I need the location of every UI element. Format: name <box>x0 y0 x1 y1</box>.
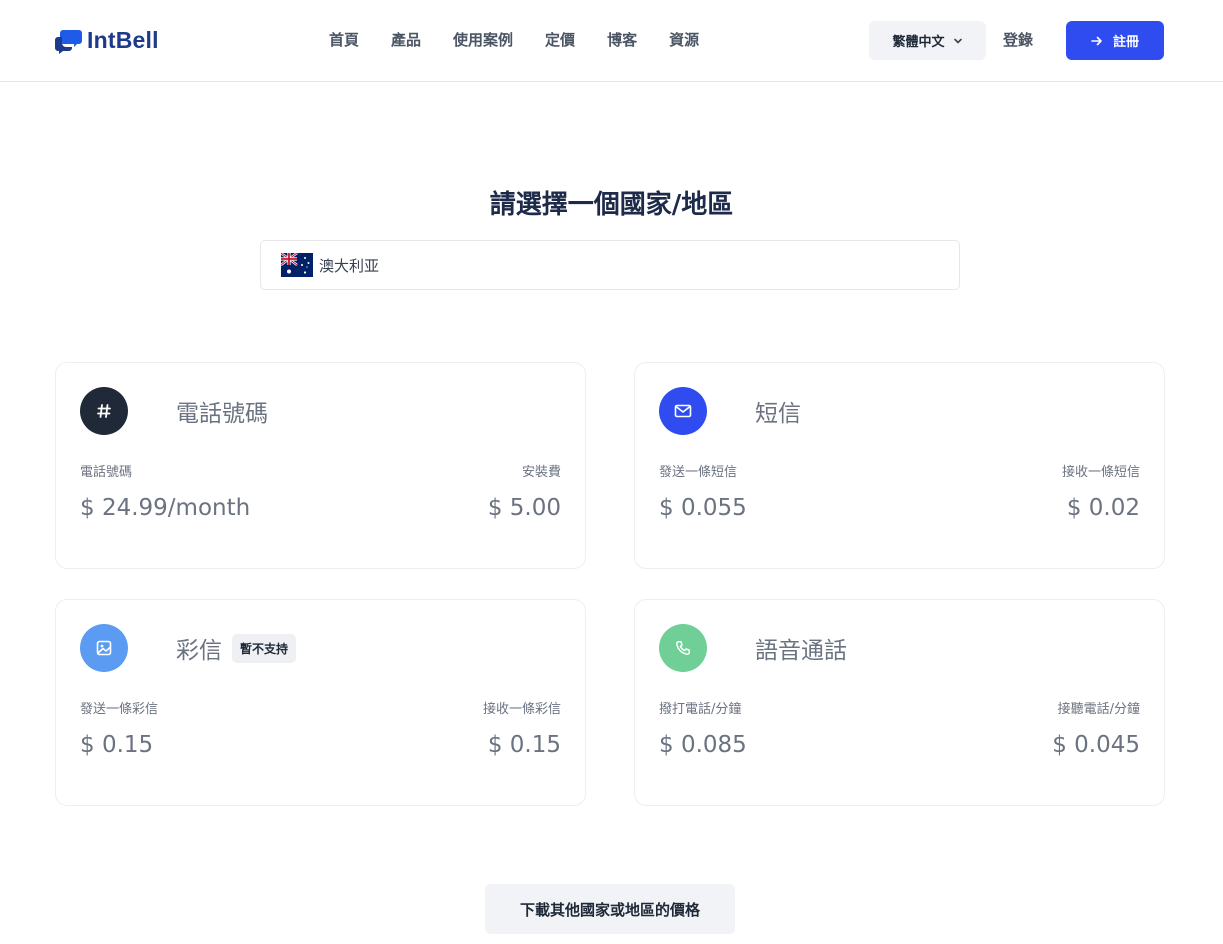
price-value: $ 0.15 <box>80 732 154 758</box>
card-title-text: 短信 <box>755 401 801 427</box>
voice-call-card: 語音通話 撥打電話/分鐘 接聽電話/分鐘 $ 0.085 $ 0.045 <box>634 599 1165 806</box>
signup-label: 註冊 <box>1112 35 1139 50</box>
hash-icon <box>80 387 128 435</box>
status-badge: 暫不支持 <box>232 633 297 663</box>
card-title: 電話號碼 <box>176 394 268 428</box>
price-label: 撥打電話/分鐘 <box>659 702 742 717</box>
country-select[interactable]: 澳大利亚 <box>260 240 960 290</box>
mms-card: 彩信 暫不支持 發送一條彩信 接收一條彩信 $ 0.15 $ 0.15 <box>55 599 586 806</box>
price-value: $ 24.99/month <box>80 495 251 521</box>
card-title-text: 語音通話 <box>755 638 847 664</box>
language-label: 繁體中文 <box>892 35 945 50</box>
card-title: 語音通話 <box>755 631 847 665</box>
main-nav: 首頁 產品 使用案例 定價 博客 資源 <box>329 29 699 50</box>
sms-card: 短信 發送一條短信 接收一條短信 $ 0.055 $ 0.02 <box>634 362 1165 569</box>
nav-item-products[interactable]: 產品 <box>391 29 421 50</box>
phone-number-card: 電話號碼 電話號碼 安裝費 $ 24.99/month $ 5.00 <box>55 362 586 569</box>
price-value: $ 0.15 <box>487 732 561 758</box>
price-value: $ 0.02 <box>1066 495 1140 521</box>
card-title-text: 彩信 <box>176 638 222 664</box>
card-title-text: 電話號碼 <box>176 401 268 427</box>
chat-bubbles-icon <box>55 29 82 54</box>
card-title: 短信 <box>755 394 801 428</box>
login-link[interactable]: 登錄 <box>1003 29 1033 50</box>
phone-icon <box>659 624 707 672</box>
page-title: 請選擇一個國家/地區 <box>489 190 734 220</box>
price-label: 發送一條短信 <box>659 465 738 480</box>
price-label: 接收一條彩信 <box>482 702 561 717</box>
price-label: 發送一條彩信 <box>80 702 159 717</box>
price-label: 接聽電話/分鐘 <box>1057 702 1140 717</box>
logo-text: IntBell <box>87 27 159 53</box>
nav-item-pricing[interactable]: 定價 <box>545 29 575 50</box>
image-icon <box>80 624 128 672</box>
nav-item-blog[interactable]: 博客 <box>607 29 637 50</box>
arrow-right-icon <box>1091 36 1102 45</box>
nav-item-use-cases[interactable]: 使用案例 <box>453 29 513 50</box>
card-title: 彩信 暫不支持 <box>176 631 297 665</box>
price-value: $ 0.045 <box>1052 732 1140 758</box>
logo[interactable]: IntBell <box>55 27 159 54</box>
language-selector[interactable]: 繁體中文 <box>869 21 986 60</box>
signup-button[interactable]: 註冊 <box>1066 21 1164 60</box>
header: IntBell 首頁 產品 使用案例 定價 博客 資源 繁體中文 登錄 註冊 <box>0 0 1223 82</box>
country-name: 澳大利亚 <box>319 256 380 275</box>
nav-item-resources[interactable]: 資源 <box>669 29 699 50</box>
price-value: $ 0.055 <box>659 495 747 521</box>
price-label: 接收一條短信 <box>1061 465 1140 480</box>
price-label: 電話號碼 <box>80 465 133 480</box>
download-prices-button[interactable]: 下載其他國家或地區的價格 <box>485 884 735 934</box>
price-label: 安裝費 <box>521 465 561 480</box>
australia-flag-icon <box>281 253 313 277</box>
nav-item-home[interactable]: 首頁 <box>329 29 359 50</box>
mail-icon <box>659 387 707 435</box>
chevron-down-icon <box>953 38 962 44</box>
price-value: $ 0.085 <box>659 732 747 758</box>
price-value: $ 5.00 <box>487 495 561 521</box>
